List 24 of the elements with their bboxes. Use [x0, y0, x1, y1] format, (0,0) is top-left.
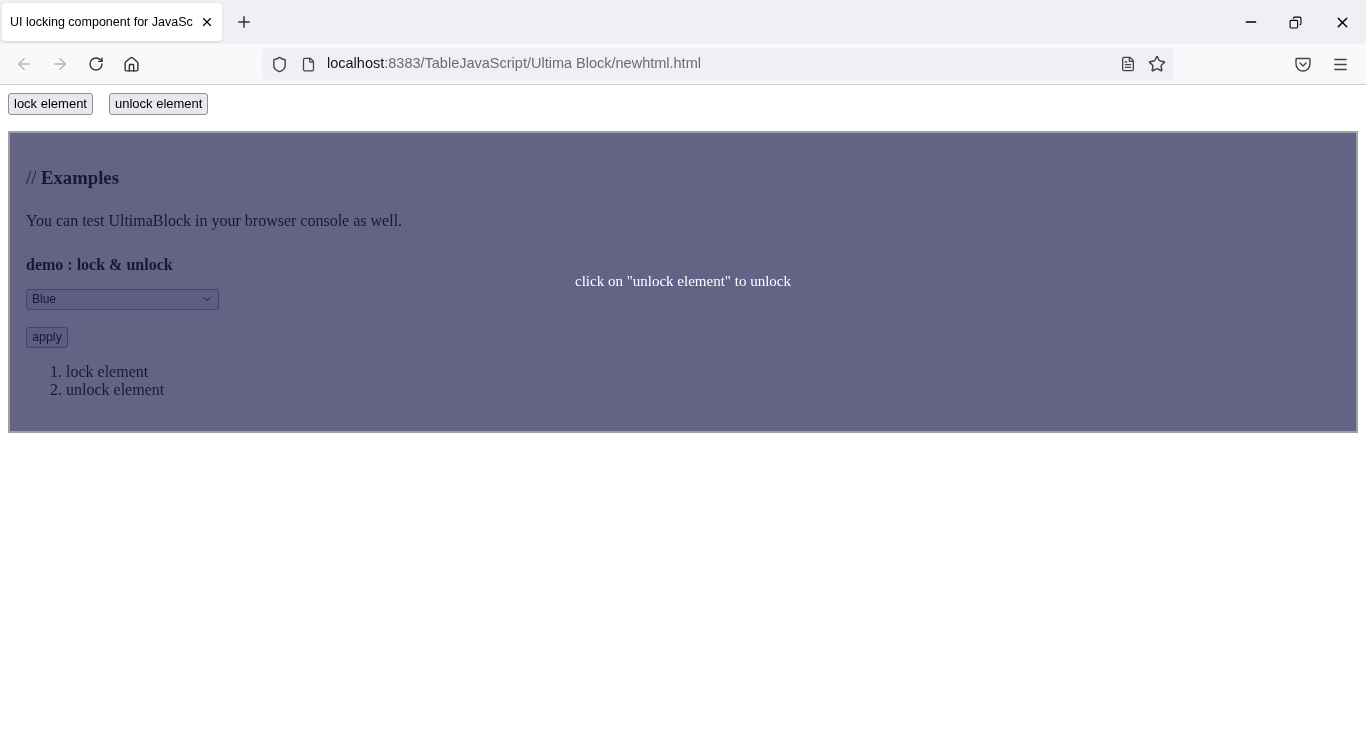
- list-number: 2.: [50, 380, 62, 399]
- address-bar[interactable]: localhost:8383/TableJavaScript/Ultima Block/newhtml.html: [262, 48, 1174, 80]
- pocket-icon[interactable]: [1295, 56, 1311, 72]
- new-tab-icon[interactable]: [235, 13, 253, 31]
- browser-tab[interactable]: UI locking component for JavaSc: [2, 3, 222, 41]
- bookmark-star-icon[interactable]: [1148, 55, 1166, 73]
- close-icon[interactable]: [200, 15, 214, 29]
- page-icon: [301, 56, 316, 72]
- tab-title: UI locking component for JavaSc: [10, 13, 194, 31]
- reload-icon[interactable]: [88, 56, 104, 72]
- unlock-hint: click on "unlock element" to unlock: [575, 271, 791, 291]
- toolbar-button[interactable]: unlock element: [109, 93, 209, 115]
- toolbar-button[interactable]: lock element: [8, 93, 93, 115]
- section-heading: // Examples: [26, 169, 120, 188]
- demo-heading: demo : lock & unlock: [26, 254, 174, 275]
- list-item: unlock element: [66, 380, 165, 399]
- url-text: localhost:8383/TableJavaScript/Ultima Block/newhtml.html: [327, 54, 701, 74]
- shield-icon[interactable]: [271, 55, 288, 73]
- restore-icon[interactable]: [1289, 15, 1302, 29]
- home-icon[interactable]: [123, 55, 140, 73]
- list-item: lock element: [66, 362, 149, 381]
- reader-view-icon[interactable]: [1120, 56, 1136, 72]
- intro-text: You can test UltimaBlock in your browser console as well.: [26, 210, 404, 232]
- list-number: 1.: [50, 362, 62, 381]
